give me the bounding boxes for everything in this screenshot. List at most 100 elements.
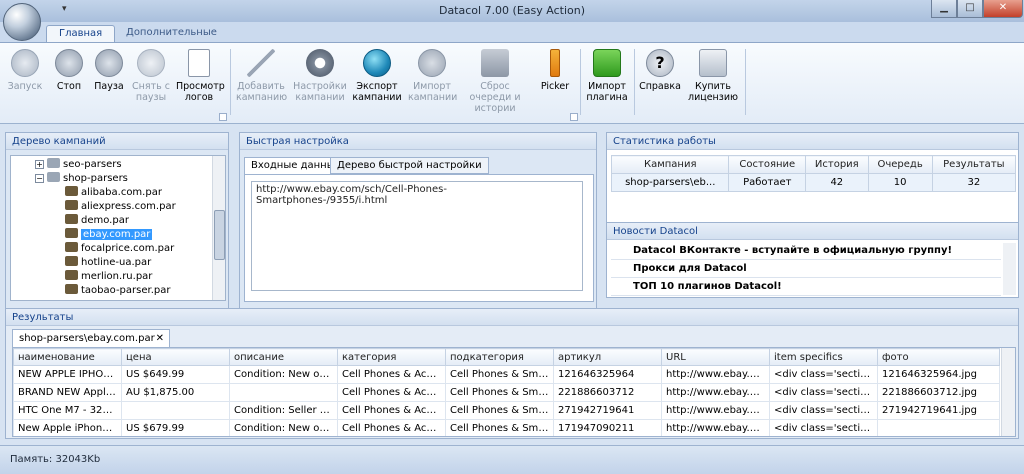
tree-node-campaign[interactable]: alibaba.com.par (65, 186, 162, 200)
table-cell: 271942719641 (553, 401, 662, 420)
maximize-button[interactable]: □ (957, 0, 983, 18)
campaign-settings-label: Настройки кампании (293, 81, 347, 103)
view-logs-label: Просмотр логов (176, 81, 225, 103)
buy-license-button[interactable]: Купить лицензию (686, 46, 740, 114)
column-header[interactable]: подкатегория (445, 348, 554, 366)
memory-status: Память: 32043Kb (10, 454, 101, 465)
import-plugin-button[interactable]: Импорт плагина (585, 46, 629, 114)
ribbon-tab-bar: Главная Дополнительные (0, 22, 1024, 43)
statistics-panel: Статистика работы Кампания Состояние Ист… (606, 132, 1019, 230)
close-button[interactable]: ✕ (983, 0, 1023, 18)
statistics-table: Кампания Состояние История Очередь Резул… (610, 155, 1017, 192)
results-scrollbar[interactable] (1001, 348, 1015, 436)
table-row[interactable]: shop-parsers\eb... Работает 42 10 32 (610, 173, 1017, 192)
column-header[interactable]: цена (121, 348, 230, 366)
table-cell: <div class='section'>... (769, 365, 878, 384)
column-header[interactable]: описание (229, 348, 338, 366)
tree-node-campaign[interactable]: merlion.ru.par (65, 270, 152, 284)
table-cell: 121646325964 (553, 365, 662, 384)
expand-icon[interactable]: + (35, 160, 44, 169)
column-header[interactable]: Состояние (728, 155, 807, 174)
table-cell: http://www.ebay.co... (661, 401, 770, 420)
table-cell: New Apple iPhone 6 P... (13, 419, 122, 436)
tree-node-campaign[interactable]: hotline-ua.par (65, 256, 151, 270)
input-data-page: http://www.ebay.com/sch/Cell-Phones-Smar… (244, 174, 594, 302)
tree-scrollbar[interactable] (212, 156, 225, 300)
resume-button[interactable]: Снять с паузы (130, 46, 172, 114)
table-cell: http://www.ebay.co... (661, 365, 770, 384)
add-campaign-button[interactable]: Добавить кампанию (236, 46, 288, 114)
table-cell: Cell Phones & Smartp... (445, 383, 554, 402)
view-logs-button[interactable]: Просмотр логов (176, 46, 225, 114)
results-panel: Результаты shop-parsers\ebay.com.par ✕ н… (5, 308, 1019, 439)
table-row[interactable]: HTC One M7 - 32GB B... Condition: Seller … (13, 401, 1000, 420)
input-urls-field[interactable]: http://www.ebay.com/sch/Cell-Phones-Smar… (251, 181, 583, 291)
table-row[interactable]: New Apple iPhone 6 P...US $679.99Conditi… (13, 419, 1000, 436)
quick-setup-title: Быстрая настройка (240, 133, 596, 150)
table-cell: http://www.ebay.co... (661, 383, 770, 402)
pause-button[interactable]: Пауза (90, 46, 128, 114)
ribbon-separator (745, 49, 746, 115)
news-item[interactable]: Прокси для Datacol (611, 260, 1001, 278)
campaign-tree[interactable]: + seo-parsers − shop-parsers alibaba.com.p… (10, 155, 226, 301)
column-header[interactable]: наименование (13, 348, 122, 366)
results-cell: 32 (931, 173, 1017, 192)
stop-button[interactable]: Стоп (50, 46, 88, 114)
column-header[interactable]: Кампания (610, 155, 730, 174)
column-header[interactable]: Результаты (931, 155, 1017, 174)
folder-icon (47, 158, 60, 168)
tree-node-campaign-selected[interactable]: ebay.com.par (65, 228, 153, 242)
column-header[interactable]: История (805, 155, 869, 174)
tree-node-shop-parsers[interactable]: − shop-parsers (35, 172, 128, 186)
table-cell: Condition: Seller refu... (229, 401, 338, 420)
tab-quick-tree[interactable]: Дерево быстрой настройки (330, 157, 489, 174)
group-launcher[interactable] (219, 113, 227, 121)
column-header[interactable]: item specifics (769, 348, 878, 366)
tab-main[interactable]: Главная (46, 25, 116, 43)
picker-label: Picker (540, 81, 570, 92)
table-cell: Cell Phones & Access... (337, 419, 446, 436)
table-cell: 171947090211 (553, 419, 662, 436)
application-menu-button[interactable] (3, 3, 41, 41)
tree-node-campaign[interactable]: demo.par (65, 214, 129, 228)
group-launcher[interactable] (570, 113, 578, 121)
news-scrollbar[interactable] (1003, 243, 1016, 295)
results-grid[interactable]: наименование цена описание категория подкате… (12, 347, 1016, 437)
close-tab-icon[interactable]: ✕ (156, 333, 164, 344)
table-cell: 221886603712.jpg (877, 383, 1000, 402)
news-item[interactable]: Datacol ВКонтакте - вступайте в официаль… (611, 242, 1001, 260)
reset-queue-button[interactable]: Сброс очереди и истории (459, 46, 531, 114)
picker-button[interactable]: Picker (536, 46, 574, 114)
import-campaign-button[interactable]: Импорт кампании (408, 46, 457, 114)
add-campaign-label: Добавить кампанию (236, 81, 288, 103)
column-header[interactable]: категория (337, 348, 446, 366)
collapse-icon[interactable]: − (35, 174, 44, 183)
minimize-button[interactable]: ▁ (931, 0, 957, 18)
table-row[interactable]: BRAND NEW Apple iP... AU $1,875.00 Cell Ph… (13, 383, 1000, 402)
table-cell (229, 383, 338, 402)
help-button[interactable]: ? Справка (638, 46, 682, 114)
state-cell: Работает (728, 173, 807, 192)
scroll-thumb[interactable] (214, 210, 225, 260)
tree-node-campaign[interactable]: taobao-parser.par (65, 284, 170, 298)
tree-node-campaign[interactable]: aliexpress.com.par (65, 200, 176, 214)
tab-additional[interactable]: Дополнительные (114, 25, 229, 43)
table-row[interactable]: NEW APPLE IPHONE ... US $649.99 Condition:… (13, 365, 1000, 384)
results-document-tab[interactable]: shop-parsers\ebay.com.par ✕ (12, 329, 170, 347)
campaign-settings-button[interactable]: Настройки кампании (293, 46, 347, 114)
start-button[interactable]: Запуск (5, 46, 45, 114)
resume-icon (137, 49, 165, 77)
tree-node-seo-parsers[interactable]: + seo-parsers (35, 158, 122, 172)
export-campaign-button[interactable]: Экспорт кампании (352, 46, 402, 114)
campaign-icon (65, 270, 78, 280)
table-header: Кампания Состояние История Очередь Резул… (610, 155, 1017, 174)
tree-node-campaign[interactable]: focalprice.com.par (65, 242, 174, 256)
results-title: Результаты (6, 309, 1018, 326)
news-item[interactable]: ТОП 10 плагинов Datacol! (611, 278, 1001, 296)
column-header[interactable]: Очередь (867, 155, 933, 174)
campaign-icon (65, 214, 78, 224)
column-header[interactable]: URL (661, 348, 770, 366)
table-cell: Cell Phones & Access... (337, 383, 446, 402)
column-header[interactable]: артикул (553, 348, 662, 366)
column-header[interactable]: фото (877, 348, 1000, 366)
